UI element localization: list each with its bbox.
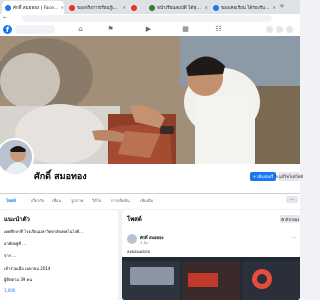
- tab-videos[interactable]: วิดีโอ: [92, 197, 101, 204]
- new-tab-button[interactable]: +: [279, 2, 285, 10]
- facebook-favicon-icon: [213, 4, 219, 11]
- youtube-favicon-icon: [69, 4, 75, 11]
- intro-education: เคยศึกษาที่ โรงเรียนมหาวิทยาลัยเทคโนโลยี…: [4, 229, 84, 234]
- more-options-button[interactable]: ···: [286, 196, 298, 203]
- edit-profile-button[interactable]: ✎ แก้ไขโปรไฟล์: [274, 172, 304, 181]
- browser-tab-2[interactable]: ของจริงการเรียนรู้เพื่อ... ✕: [66, 1, 126, 14]
- intro-card: แนะนำตัว เคยศึกษาที่ โรงเรียนมหาวิทยาลัย…: [0, 210, 118, 300]
- tab-friends[interactable]: เพื่อน: [52, 197, 61, 204]
- facebook-top-nav: f ⌂ ⚑ ▶ ▦ ☷: [0, 23, 300, 37]
- post-meta: 1 วัน ·: [140, 241, 150, 245]
- pencil-icon: ✎: [274, 174, 279, 179]
- post-image[interactable]: [122, 257, 300, 300]
- facebook-favicon-icon: [5, 4, 11, 11]
- intro-title: แนะนำตัว: [4, 216, 30, 223]
- intro-followers: ผู้ติดตาม 39 คน: [4, 277, 33, 282]
- post-caption: ลงของแต่งรถ: [127, 249, 151, 254]
- tab-posts[interactable]: โพสต์: [6, 197, 16, 204]
- plus-icon: +: [252, 174, 257, 179]
- browser-tab-3[interactable]: [128, 1, 144, 14]
- post-options-icon[interactable]: ···: [292, 235, 297, 241]
- profile-tabs: โพสต์ เกี่ยวกับ เพื่อน รูปภาพ วิดีโอ การ…: [0, 193, 300, 206]
- tab-more[interactable]: เพิ่มเติม: [140, 197, 153, 204]
- messenger-icon[interactable]: [276, 26, 283, 33]
- add-story-button[interactable]: + เพิ่มสตอรี่: [250, 172, 276, 181]
- marketplace-icon[interactable]: ▦: [181, 25, 190, 34]
- groups-icon[interactable]: ☷: [214, 25, 223, 34]
- profile-name: ศักดิ์ สมอทอง: [34, 172, 87, 182]
- browser-tab-bar: ศักดิ์ สมอทอง | Facebook ✕ ของจริงการเรี…: [0, 0, 300, 14]
- post-photo: [122, 257, 300, 300]
- browser-tab-5[interactable]: ของเคยเรียน ได้รองรับด้วย... ✕: [210, 1, 276, 14]
- intro-joined: เข้าร่วมเมื่อ เมษายน 2014: [4, 266, 51, 271]
- close-tab-icon[interactable]: ✕: [123, 5, 126, 10]
- browser-tab-title: ศักดิ์ สมอทอง | Facebook: [13, 6, 59, 11]
- close-tab-icon[interactable]: ✕: [273, 5, 276, 10]
- close-tab-icon[interactable]: ✕: [205, 5, 208, 10]
- post-author-avatar[interactable]: [127, 234, 137, 244]
- browser-address-bar[interactable]: ←: [0, 14, 300, 23]
- flag-icon[interactable]: ⚑: [106, 25, 115, 34]
- avatar-image: [0, 140, 32, 174]
- filter-label: ตัวกรอง: [285, 216, 300, 222]
- edit-profile-label: แก้ไขโปรไฟล์: [279, 174, 304, 179]
- posts-title: โพสต์: [127, 216, 142, 223]
- intro-from: จาก ...: [4, 253, 17, 258]
- tab-photos[interactable]: รูปภาพ: [71, 197, 83, 204]
- tab-checkins[interactable]: การเช็คอิน: [111, 197, 130, 204]
- youtube-favicon-icon: [131, 4, 137, 11]
- facebook-logo-icon[interactable]: f: [3, 25, 12, 34]
- tab-about[interactable]: เกี่ยวกับ: [31, 197, 44, 204]
- back-arrow-icon[interactable]: ←: [3, 16, 8, 21]
- cover-photo-image: [0, 36, 300, 164]
- browser-tab-title: ของเคยเรียน ได้รองรับด้วย...: [221, 6, 271, 11]
- notifications-icon[interactable]: [286, 26, 293, 33]
- intro-lives-in: อาศัยอยู่ที่ ...: [4, 241, 26, 246]
- menu-icon[interactable]: [266, 26, 273, 33]
- posts-card: โพสต์ ⚙ ตัวกรอง ศักดิ์ สมอทอง 1 วัน · ···…: [122, 210, 300, 300]
- search-input[interactable]: [15, 25, 55, 34]
- browser-tab-title: หน้าเรียนสมบัติ ได้ทุกเรื่อง...: [157, 6, 203, 11]
- add-story-label: เพิ่มสตอรี่: [257, 174, 274, 179]
- watch-video-icon[interactable]: ▶: [144, 25, 153, 34]
- cover-photo[interactable]: [0, 36, 300, 164]
- browser-tab-1[interactable]: ศักดิ์ สมอทอง | Facebook ✕: [2, 1, 64, 14]
- home-icon[interactable]: ⌂: [76, 25, 85, 34]
- url-field[interactable]: [22, 15, 272, 22]
- browser-tab-4[interactable]: หน้าเรียนสมบัติ ได้ทุกเรื่อง... ✕: [146, 1, 208, 14]
- browser-tab-title: ของจริงการเรียนรู้เพื่อ...: [77, 6, 121, 11]
- intro-follower-count[interactable]: 1,000: [4, 288, 15, 293]
- close-tab-icon[interactable]: ✕: [61, 5, 64, 10]
- filter-button[interactable]: ⚙ ตัวกรอง: [280, 215, 300, 223]
- site-favicon-icon: [149, 4, 155, 11]
- filter-icon: ⚙: [280, 216, 285, 222]
